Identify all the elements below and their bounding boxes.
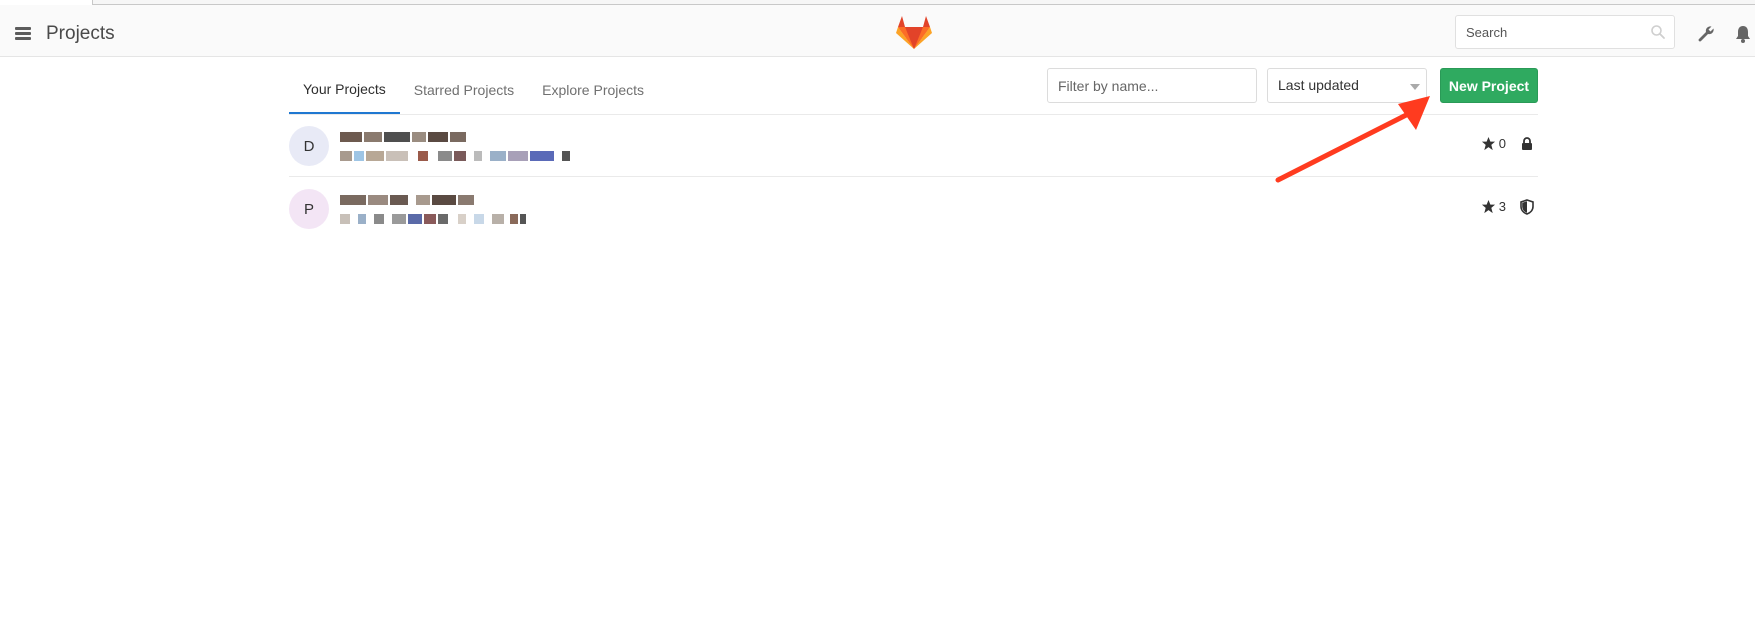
annotation-arrow-icon bbox=[1275, 96, 1430, 183]
tab-explore-projects[interactable]: Explore Projects bbox=[528, 66, 658, 114]
star-count[interactable]: 3 bbox=[1481, 199, 1506, 214]
wrench-icon[interactable] bbox=[1697, 25, 1715, 43]
shield-icon bbox=[1520, 199, 1534, 215]
bell-icon[interactable] bbox=[1733, 24, 1753, 44]
gitlab-projects-page: Projects Your Projects Starred Pr bbox=[0, 0, 1755, 640]
tab-your-projects[interactable]: Your Projects bbox=[289, 66, 400, 114]
search-box[interactable] bbox=[1455, 15, 1675, 49]
star-icon bbox=[1481, 199, 1495, 214]
filter-by-name-input[interactable] bbox=[1048, 69, 1256, 102]
top-navbar: Projects bbox=[0, 5, 1755, 57]
star-count[interactable]: 0 bbox=[1481, 136, 1506, 151]
project-avatar[interactable]: P bbox=[289, 189, 329, 229]
project-description-redacted bbox=[340, 148, 572, 162]
gitlab-logo-icon[interactable] bbox=[894, 13, 934, 53]
page-title: Projects bbox=[46, 23, 115, 44]
lock-icon bbox=[1522, 137, 1532, 150]
search-icon[interactable] bbox=[1650, 24, 1666, 40]
project-description-redacted bbox=[340, 211, 528, 225]
tab-starred-projects[interactable]: Starred Projects bbox=[400, 66, 528, 114]
filter-box[interactable] bbox=[1047, 68, 1257, 103]
hamburger-menu-icon[interactable] bbox=[15, 27, 31, 40]
project-name-redacted[interactable] bbox=[340, 128, 468, 144]
star-count-value: 3 bbox=[1498, 199, 1506, 214]
project-tabs: Your Projects Starred Projects Explore P… bbox=[289, 66, 658, 114]
project-avatar[interactable]: D bbox=[289, 126, 329, 166]
new-project-button[interactable]: New Project bbox=[1440, 68, 1538, 103]
star-icon bbox=[1481, 136, 1495, 151]
project-name-redacted[interactable] bbox=[340, 191, 476, 207]
star-count-value: 0 bbox=[1498, 136, 1506, 151]
search-input[interactable] bbox=[1456, 16, 1646, 48]
